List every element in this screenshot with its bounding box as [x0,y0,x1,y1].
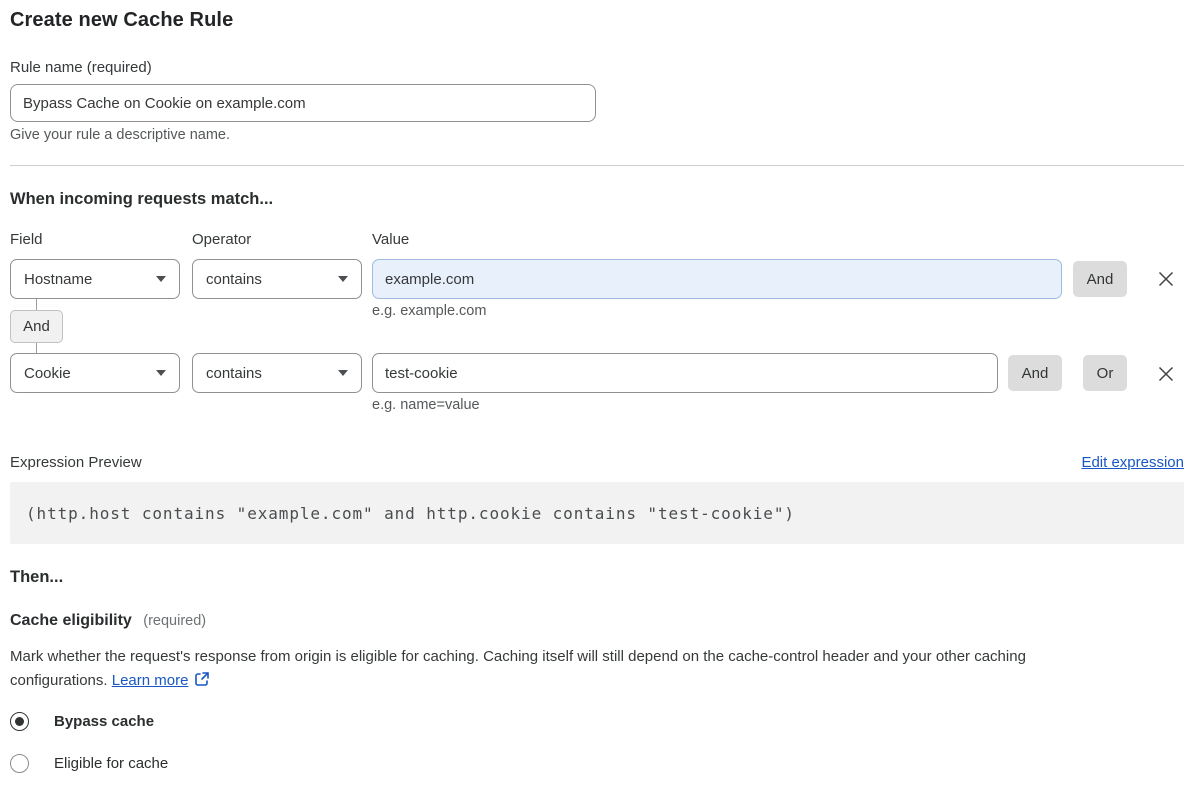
radio-label-eligible-for-cache: Eligible for cache [54,755,169,772]
operator-select-row2-value: contains [206,364,262,382]
field-select-row1-value: Hostname [24,270,93,288]
description-line2: configurations. [10,672,108,689]
then-heading: Then... [10,568,64,586]
column-label-operator: Operator [192,231,252,248]
condition-connector-and-button[interactable]: And [10,310,63,343]
remove-condition-button-row1[interactable] [1154,267,1178,291]
value-helper-row1: e.g. example.com [372,303,487,319]
radio-label-bypass-cache: Bypass cache [54,713,155,730]
external-link-icon [195,672,210,686]
add-and-condition-button-row2[interactable]: And [1008,355,1062,391]
column-label-field: Field [10,231,43,248]
connector-line-bottom [36,343,37,353]
create-cache-rule-page: Create new Cache Rule Rule name (require… [0,0,1200,793]
close-icon [1158,271,1174,287]
value-input-row2[interactable] [372,353,998,393]
operator-select-row1[interactable]: contains [192,259,362,299]
expression-preview-code: (http.host contains "example.com" and ht… [26,503,795,523]
page-title: Create new Cache Rule [10,9,234,31]
chevron-down-icon [338,276,348,282]
match-section-heading: When incoming requests match... [10,190,274,208]
learn-more-link[interactable]: Learn more [112,672,189,689]
operator-select-row2[interactable]: contains [192,353,362,393]
cache-eligibility-heading: Cache eligibility [10,612,132,629]
cache-eligibility-heading-row: Cache eligibility (required) [10,612,206,630]
chevron-down-icon [156,276,166,282]
close-icon [1158,366,1174,382]
field-select-row1[interactable]: Hostname [10,259,180,299]
radio-option-eligible-for-cache[interactable]: Eligible for cache [10,754,168,773]
connector-line-top [36,299,37,310]
expression-preview-label: Expression Preview [10,454,142,471]
radio-option-bypass-cache[interactable]: Bypass cache [10,712,154,731]
chevron-down-icon [338,370,348,376]
radio-selected-icon[interactable] [10,712,29,731]
required-note: (required) [143,613,207,629]
cache-eligibility-description: Mark whether the request's response from… [10,645,1184,693]
radio-unselected-icon[interactable] [10,754,29,773]
rule-name-helper: Give your rule a descriptive name. [10,127,231,143]
section-divider [10,165,1184,166]
field-select-row2[interactable]: Cookie [10,353,180,393]
column-label-value: Value [372,231,410,248]
field-select-row2-value: Cookie [24,364,71,382]
expression-preview-block: (http.host contains "example.com" and ht… [10,482,1184,544]
value-input-row1[interactable] [372,259,1062,299]
description-line1: Mark whether the request's response from… [10,648,1026,665]
remove-condition-button-row2[interactable] [1154,362,1178,386]
rule-name-label: Rule name (required) [10,59,152,76]
rule-name-input[interactable] [10,84,596,122]
add-or-condition-button-row2[interactable]: Or [1083,355,1127,391]
value-helper-row2: e.g. name=value [372,397,480,413]
add-and-condition-button-row1[interactable]: And [1073,261,1127,297]
chevron-down-icon [156,370,166,376]
edit-expression-link[interactable]: Edit expression [1081,454,1184,471]
operator-select-row1-value: contains [206,270,262,288]
